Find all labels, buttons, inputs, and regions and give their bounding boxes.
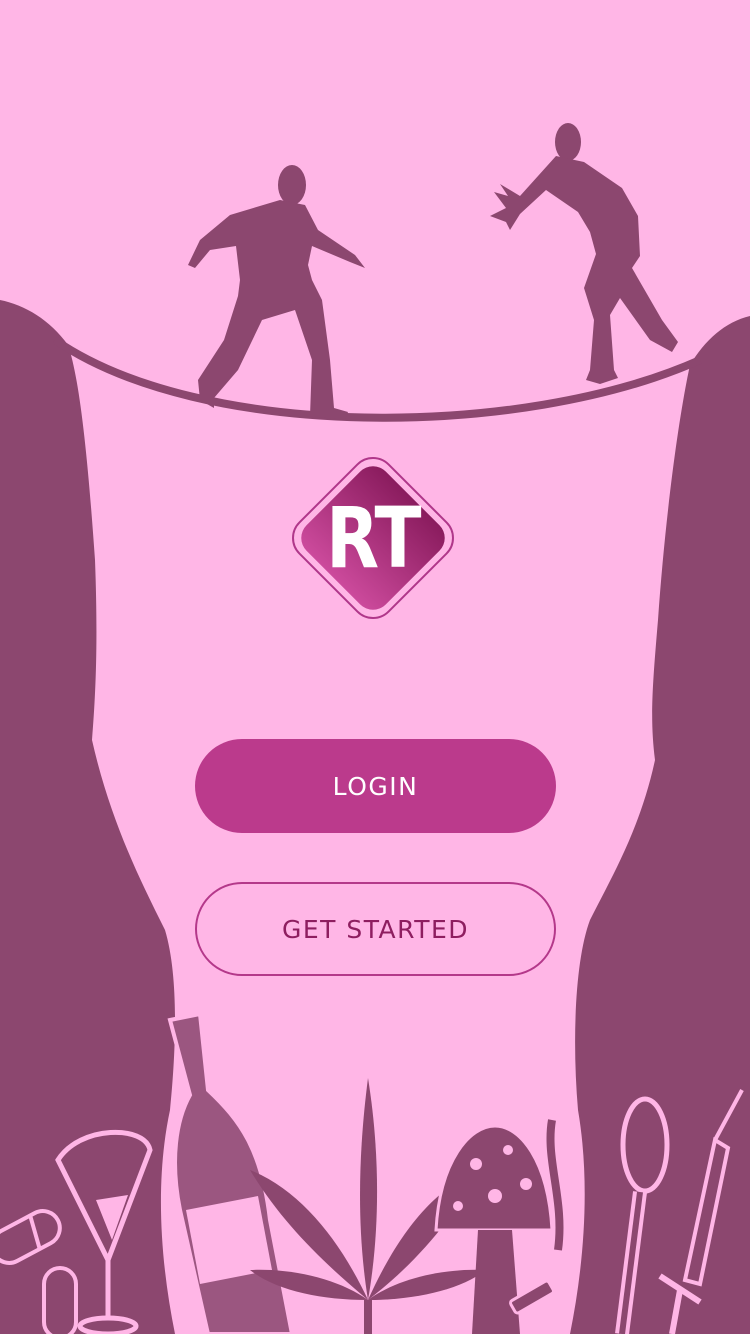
splash-screen: RT LOGIN GET STARTED <box>0 0 750 1334</box>
walking-man-icon <box>188 165 365 420</box>
wine-bottle-icon <box>167 1011 295 1334</box>
logo-text: RT <box>326 489 421 587</box>
background-illustration <box>0 123 750 1334</box>
login-button[interactable]: LOGIN <box>195 739 556 833</box>
login-button-label: LOGIN <box>332 771 419 801</box>
app-logo: RT <box>265 430 481 646</box>
get-started-button-label: GET STARTED <box>281 914 470 944</box>
get-started-button[interactable]: GET STARTED <box>195 882 556 976</box>
reaching-man-icon <box>490 123 678 384</box>
